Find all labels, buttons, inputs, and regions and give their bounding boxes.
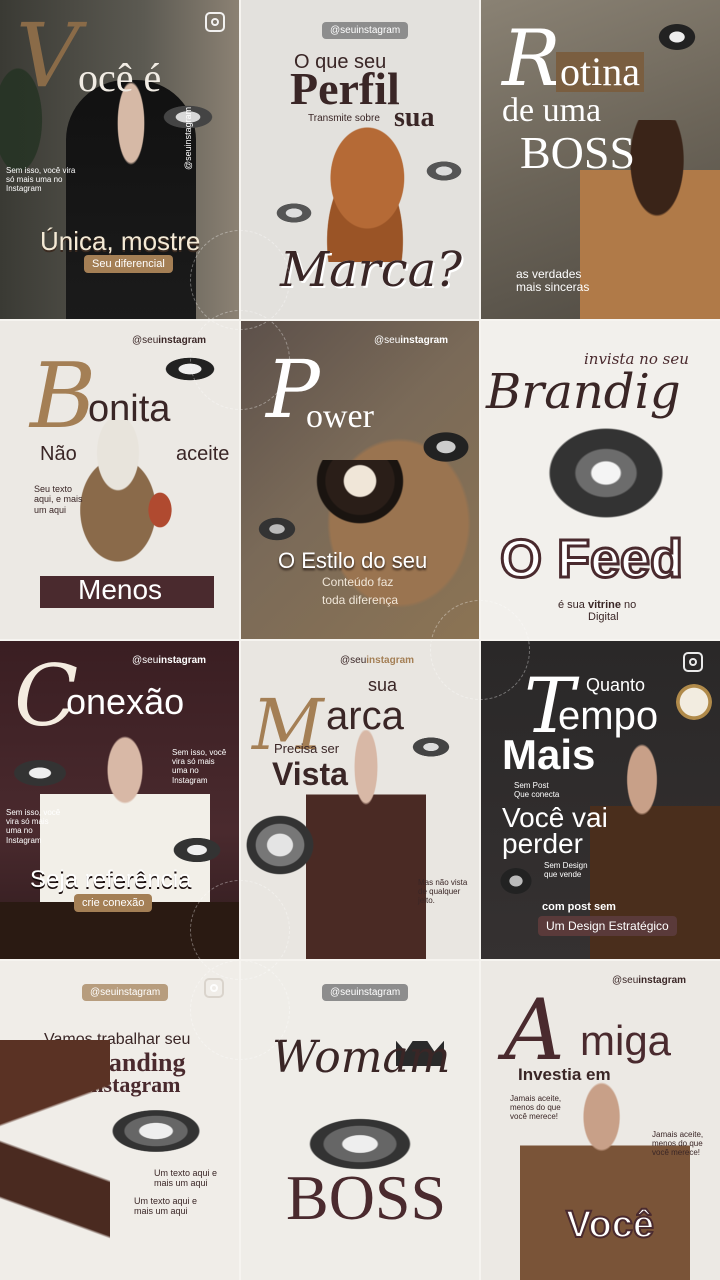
line-5: com post sem — [542, 901, 616, 913]
banner-text: Menos — [78, 574, 163, 605]
tag-label: Seu diferencial — [84, 255, 173, 273]
small-text-2: Um texto aqui e mais um aqui — [134, 1196, 198, 1217]
big-text: BOSS — [286, 1162, 447, 1233]
line-4: toda diferença — [322, 593, 399, 607]
small-left: Jamais aceite, menos do que você merece! — [510, 1094, 562, 1122]
divider-h1 — [0, 319, 720, 321]
script-letter-r: R — [502, 14, 561, 104]
sub-2: Que conecta — [514, 790, 560, 799]
divider-h3 — [0, 959, 720, 961]
line-4: perder — [502, 828, 583, 859]
handle: @seuinstagram — [340, 655, 415, 666]
footer-text: as verdades mais sinceras — [516, 267, 590, 294]
lips-icon — [104, 1106, 208, 1156]
handle-pill: @seuinstagram — [82, 984, 169, 1001]
headline: Única, mostre — [40, 226, 201, 256]
vertical-handle: @seuinstagram — [183, 106, 193, 170]
sub-line-2: Digital — [588, 611, 619, 623]
tile-title: ower — [306, 398, 374, 435]
lips-icon-left — [274, 202, 314, 224]
big-lips-icon — [536, 418, 676, 528]
small-left: Sem isso, você vira só mais uma no Insta… — [6, 808, 61, 845]
big-text: Você — [565, 1204, 655, 1246]
template-grid: V ocê é Sem isso, você vira só mais uma … — [0, 0, 720, 1280]
tile-title: miga — [580, 1017, 672, 1064]
sub-3: Sem Design — [544, 861, 588, 870]
sub-line: é sua vitrine no — [558, 599, 637, 611]
line-2: Não — [40, 443, 77, 465]
big-lips-icon — [240, 810, 320, 880]
line-2b: aceite — [176, 443, 230, 465]
line-1: Quanto — [586, 675, 646, 695]
template-tile-6[interactable]: invista no seu Brandig O Feed é sua vitr… — [480, 320, 720, 640]
lips-icon — [498, 866, 534, 896]
small-right: Sem isso, você vira só mais uma no Insta… — [172, 748, 227, 785]
lips-icon-left — [10, 758, 70, 788]
legs-photo — [0, 1040, 110, 1280]
lips-icon-right — [424, 160, 464, 182]
lips-icon-right — [170, 836, 224, 864]
script-word: Marca? — [280, 242, 462, 298]
script-letter-a: A — [504, 981, 565, 1079]
instagram-icon[interactable] — [205, 12, 225, 32]
instagram-icon[interactable] — [683, 652, 703, 672]
headline: Seja referência — [30, 866, 192, 893]
line-1: sua — [368, 675, 398, 695]
handle-pill: @seuinstagram — [322, 22, 409, 39]
sub-4: que vende — [544, 870, 582, 879]
script-word: Brandig — [486, 364, 681, 420]
lips-icon-right — [410, 736, 452, 758]
small-text: Mas não vista de qualquer jeito. — [418, 878, 468, 906]
side-text: Sem isso, você vira só mais uma no Insta… — [6, 166, 76, 194]
template-tile-12[interactable]: @seuinstagram A miga Investia em Jamais … — [480, 960, 720, 1280]
small-text-1: Um texto aqui e mais um aqui — [154, 1168, 218, 1189]
sub-1: Sem Post — [514, 781, 549, 790]
coffee-cup — [310, 460, 410, 530]
big-text: O Feed — [498, 529, 684, 589]
tag-label: crie conexão — [74, 894, 153, 912]
line-3: Conteúdo faz — [322, 575, 394, 589]
dog-photo — [306, 122, 424, 262]
clock-icon — [676, 684, 712, 720]
line-2: O Estilo do seu — [278, 548, 428, 573]
tile-title: ocê é — [78, 55, 162, 100]
handle-pill: @seuinstagram — [322, 984, 409, 1001]
handle: @seuinstagram — [132, 655, 207, 666]
script-word: Womam — [272, 1032, 451, 1083]
line-2: de uma — [502, 92, 602, 129]
line-2: Perfil — [290, 63, 400, 114]
line-2: Mais — [502, 731, 596, 778]
woman-blazer-photo — [306, 730, 426, 960]
template-tile-9[interactable]: Quanto T empo Mais Sem Post Que conecta … — [480, 640, 720, 960]
script-letter-v: V — [16, 4, 80, 107]
handle: @seuinstagram — [374, 335, 449, 346]
handle: @seuinstagram — [612, 975, 687, 986]
tag-label: Um Design Estratégico — [538, 916, 677, 936]
tile-title: empo — [558, 694, 659, 738]
template-tile-3[interactable]: R otina de uma BOSS as verdades mais sin… — [480, 0, 720, 320]
tile-title: otina — [556, 52, 644, 92]
small-text: Seu texto aqui, e mais um aqui — [34, 484, 83, 515]
tile-title: onexão — [66, 681, 185, 722]
lips-icon — [656, 22, 698, 52]
wine-glass — [140, 480, 180, 530]
small-right: Jamais aceite, menos do que você merece! — [652, 1130, 704, 1158]
divider-h2 — [0, 639, 720, 641]
lips-icon-left — [256, 516, 298, 542]
line-3: BOSS — [520, 127, 636, 178]
lips-icon-right — [420, 430, 472, 464]
